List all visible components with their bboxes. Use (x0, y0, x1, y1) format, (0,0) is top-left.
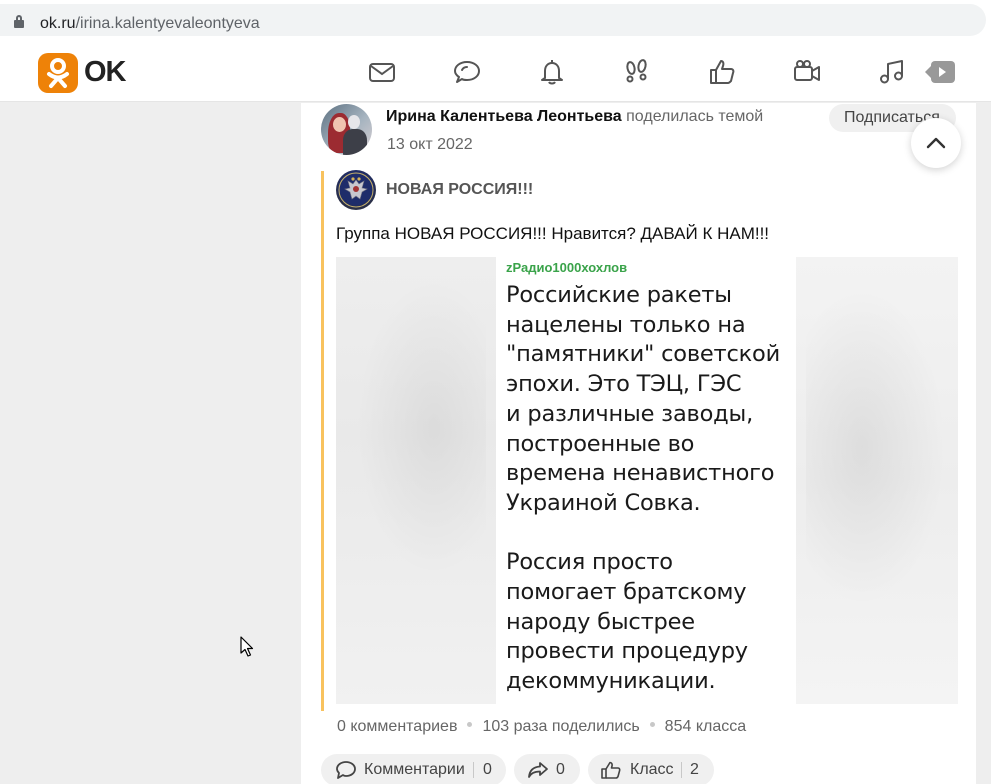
image-blur-left (336, 257, 496, 704)
group-avatar[interactable] (336, 170, 376, 210)
bell-icon[interactable] (537, 57, 567, 87)
site-header: OK (0, 41, 991, 102)
mouse-cursor-icon (240, 636, 254, 657)
likes-count-link[interactable]: 854 класса (665, 718, 746, 735)
like-button[interactable]: Класс 2 (588, 754, 714, 784)
footprints-icon[interactable] (622, 57, 652, 87)
comment-icon (336, 761, 356, 779)
envelope-icon[interactable] (367, 57, 397, 87)
shares-count-link[interactable]: 103 раза поделились (482, 718, 639, 735)
author-action: поделилась темой (626, 108, 764, 125)
button-separator (681, 762, 682, 778)
page: ok.ru/irina.kalentyevaleontyeva OK Ирина… (0, 0, 991, 784)
comments-button-count: 0 (483, 761, 492, 778)
share-button-count: 0 (556, 761, 565, 778)
meme-source-label: zРадио1000хохлов (506, 260, 628, 275)
share-button[interactable]: 0 (514, 754, 580, 784)
thumbs-up-icon[interactable] (707, 57, 737, 87)
url-text[interactable]: ok.ru/irina.kalentyevaleontyeva (40, 15, 260, 33)
video-play-icon[interactable] (925, 57, 955, 87)
lock-icon[interactable] (14, 15, 24, 28)
like-button-count: 2 (690, 761, 699, 778)
meme-text: Российские ракеты нацелены только на "па… (506, 282, 781, 695)
url-host: ok.ru (40, 15, 76, 32)
post-text: Группа НОВАЯ РОССИЯ!!! Нравится? ДАВАЙ К… (336, 224, 770, 243)
url-path: /irina.kalentyevaleontyeva (75, 15, 260, 32)
music-icon[interactable] (877, 57, 907, 87)
like-button-label: Класс (630, 761, 674, 778)
chat-bubble-icon[interactable] (452, 57, 482, 87)
url-bar[interactable]: ok.ru/irina.kalentyevaleontyeva (0, 4, 986, 36)
separator-dot (649, 722, 655, 728)
eagle-emblem-icon (338, 172, 374, 208)
post-header-line: Ирина Калентьева Леонтьева поделилась те… (386, 107, 763, 127)
reshare-quote-bar (321, 171, 324, 711)
author-avatar[interactable] (321, 104, 372, 155)
comments-count-link[interactable]: 0 комментариев (337, 718, 457, 735)
ok-logo-icon[interactable] (38, 53, 78, 93)
group-name[interactable]: НОВАЯ РОССИЯ!!! (386, 180, 533, 200)
comments-button[interactable]: Комментарии 0 (321, 754, 506, 784)
share-arrow-icon (528, 762, 548, 778)
separator-dot (467, 722, 473, 728)
browser-address-bar: ok.ru/irina.kalentyevaleontyeva (0, 0, 991, 41)
button-separator (473, 762, 474, 778)
thumbs-up-icon (601, 761, 621, 779)
scroll-to-top-button[interactable] (911, 118, 961, 168)
comments-button-label: Комментарии (364, 761, 465, 778)
image-blur-right (796, 257, 958, 704)
camera-icon[interactable] (792, 57, 822, 87)
chevron-up-icon (926, 137, 946, 149)
ok-logo-text[interactable]: OK (84, 55, 126, 89)
author-name[interactable]: Ирина Калентьева Леонтьева (386, 108, 622, 125)
post-date[interactable]: 13 окт 2022 (387, 135, 473, 155)
post-stats: 0 комментариев 103 раза поделились 854 кла… (337, 717, 746, 737)
meme-image: zРадио1000хохлов Российские ракеты нацел… (496, 257, 796, 704)
post-image[interactable]: zРадио1000хохлов Российские ракеты нацел… (336, 257, 958, 704)
